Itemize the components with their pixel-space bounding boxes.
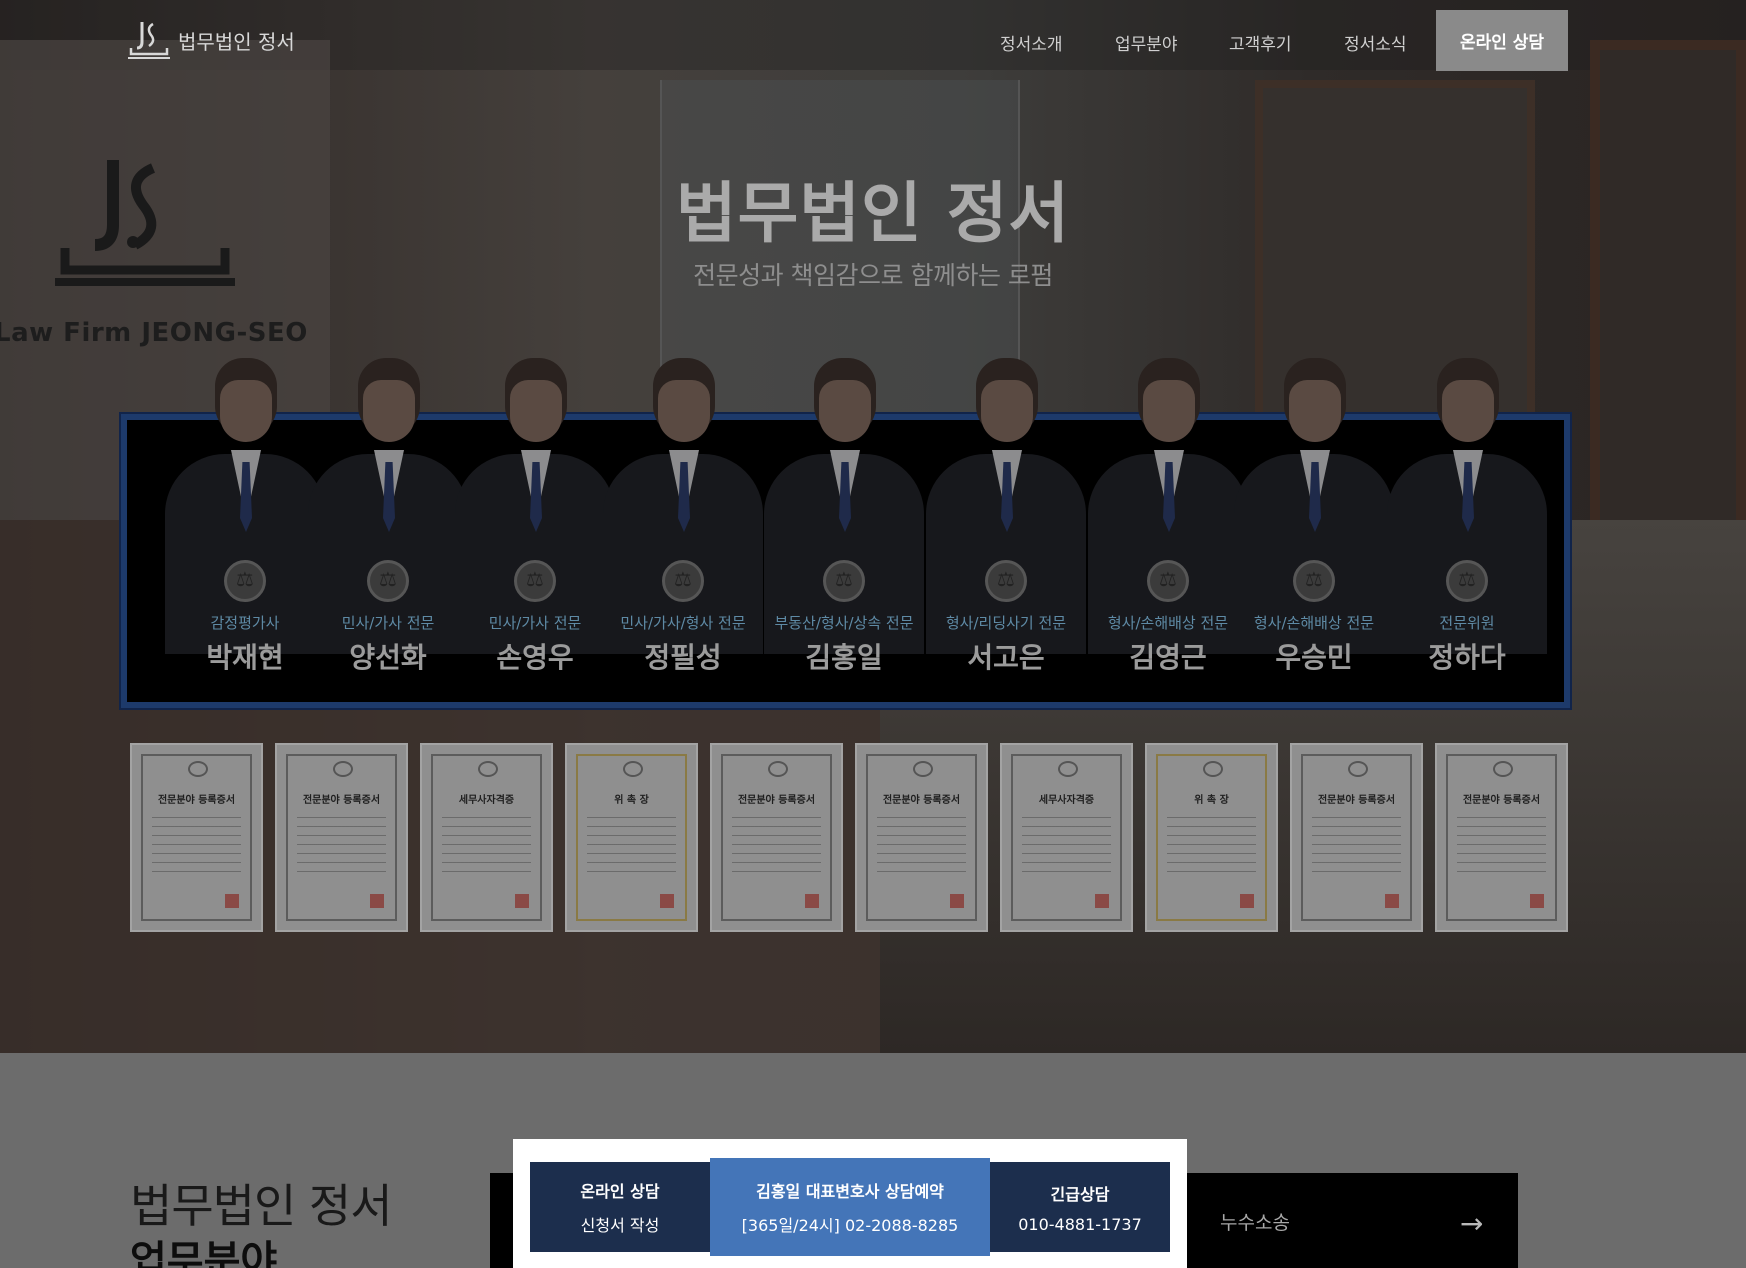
- certificate-image: 전문분야 등록증서: [710, 743, 843, 932]
- nav-news[interactable]: 정서소식: [1344, 30, 1407, 55]
- seal-icon: [805, 894, 819, 908]
- emblem-icon: [623, 761, 643, 777]
- certificate-text: [1022, 817, 1111, 877]
- emblem-icon: [333, 761, 353, 777]
- certificate-text: [297, 817, 386, 877]
- lawyer-photo: [1442, 380, 1494, 442]
- lawyer-badge-icon: [514, 560, 556, 602]
- consult-sublabel: 신청서 작성: [580, 1216, 660, 1235]
- consult-phone: 010-4881-1737: [1018, 1214, 1142, 1234]
- certificate-image: 위 촉 장: [565, 743, 698, 932]
- site-logo[interactable]: 법무법인 정서: [128, 20, 295, 60]
- emblem-icon: [1348, 761, 1368, 777]
- seal-icon: [1240, 894, 1254, 908]
- nav-practice-areas[interactable]: 업무분야: [1115, 30, 1178, 55]
- section-title: 법무법인 정서: [130, 1179, 393, 1233]
- lawyer-photo: [1289, 380, 1341, 442]
- lawyer-photo: [819, 380, 871, 442]
- consult-label: 긴급상담: [1050, 1184, 1110, 1204]
- seal-icon: [660, 894, 674, 908]
- seal-icon: [370, 894, 384, 908]
- emblem-icon: [1203, 761, 1223, 777]
- online-consult-button[interactable]: 온라인 상담: [1436, 10, 1568, 71]
- lawyer-badge-icon: [1293, 560, 1335, 602]
- certificate-text: [1167, 817, 1256, 877]
- certificate-text: [877, 817, 966, 877]
- certificate-text: [1312, 817, 1401, 877]
- emblem-icon: [188, 761, 208, 777]
- lawyer-card: 전문위원정하다: [1387, 350, 1547, 680]
- consult-label: 온라인 상담: [580, 1182, 660, 1201]
- certificate-text: [152, 817, 241, 877]
- lawyer-badge-icon: [224, 560, 266, 602]
- online-consult-form-button[interactable]: 온라인 상담 신청서 작성: [530, 1162, 710, 1252]
- certificate-text: [732, 817, 821, 877]
- arrow-right-icon[interactable]: →: [1460, 1207, 1483, 1240]
- certificate-text: [1457, 817, 1546, 877]
- seal-icon: [225, 894, 239, 908]
- certificate-image: 전문분야 등록증서: [130, 743, 263, 932]
- lawyer-badge-icon: [1446, 560, 1488, 602]
- lawyer-badge-icon: [367, 560, 409, 602]
- logo-text: 법무법인 정서: [178, 29, 295, 54]
- certificate-image: 세무사자격증: [1000, 743, 1133, 932]
- lawyer-photo: [510, 380, 562, 442]
- certificate-image: 세무사자격증: [420, 743, 553, 932]
- seal-icon: [515, 894, 529, 908]
- certificate-image: 전문분야 등록증서: [1290, 743, 1423, 932]
- certificate-image: 위 촉 장: [1145, 743, 1278, 932]
- consult-label: 김홍일 대표변호사 상담예약: [756, 1182, 944, 1201]
- hero-subtitle: 전문성과 책임감으로 함께하는 로펌: [693, 261, 1053, 290]
- seal-icon: [1385, 894, 1399, 908]
- seal-icon: [1530, 894, 1544, 908]
- certificate-image: 전문분야 등록증서: [275, 743, 408, 932]
- lawyer-name: 정하다: [1428, 641, 1506, 674]
- seal-icon: [950, 894, 964, 908]
- nav-about[interactable]: 정서소개: [1000, 30, 1063, 55]
- certificate-image: 전문분야 등록증서: [1435, 743, 1568, 932]
- seal-icon: [1095, 894, 1109, 908]
- nav-reviews[interactable]: 고객후기: [1229, 30, 1292, 55]
- hero-title: 법무법인 정서: [675, 175, 1071, 252]
- logo-icon: [128, 22, 170, 59]
- emblem-icon: [1493, 761, 1513, 777]
- certificate-title: 전문분야 등록증서: [882, 795, 961, 806]
- certificate-title: 전문분야 등록증서: [157, 795, 236, 806]
- lawyer-badge-icon: [662, 560, 704, 602]
- certificate-image: 전문분야 등록증서: [855, 743, 988, 932]
- certificate-text: [587, 817, 676, 877]
- lawyer-photo: [220, 380, 272, 442]
- practice-card-label: 누수소송: [1220, 1212, 1290, 1234]
- certificate-title: 세무사자격증: [1038, 795, 1095, 806]
- lawyer-badge-icon: [823, 560, 865, 602]
- certificate-title: 전문분야 등록증서: [1317, 795, 1396, 806]
- reservation-button[interactable]: 김홍일 대표변호사 상담예약 [365일/24시] 02-2088-8285: [710, 1158, 990, 1256]
- certificate-title: 전문분야 등록증서: [737, 795, 816, 806]
- emblem-icon: [1058, 761, 1078, 777]
- lawyer-badge-icon: [1147, 560, 1189, 602]
- certificate-title: 세무사자격증: [458, 795, 515, 806]
- lawyer-photo: [1143, 380, 1195, 442]
- certificate-text: [442, 817, 531, 877]
- background-logo-text: Law Firm JEONG-SEO: [0, 318, 308, 348]
- emblem-icon: [478, 761, 498, 777]
- section-subtitle: 업무분야: [130, 1238, 278, 1268]
- certificate-title: 위 촉 장: [1194, 795, 1229, 806]
- emblem-icon: [913, 761, 933, 777]
- certificate-title: 위 촉 장: [614, 795, 649, 806]
- certificate-title: 전문분야 등록증서: [302, 795, 381, 806]
- consult-phone: [365일/24시] 02-2088-8285: [741, 1216, 959, 1235]
- lawyer-photo: [363, 380, 415, 442]
- certificate-title: 전문분야 등록증서: [1462, 795, 1541, 806]
- urgent-consult-button[interactable]: 긴급상담 010-4881-1737: [990, 1162, 1170, 1252]
- lawyer-badge-icon: [985, 560, 1027, 602]
- emblem-icon: [768, 761, 788, 777]
- lawyer-photo: [981, 380, 1033, 442]
- lawyer-role: 전문위원: [1439, 614, 1495, 632]
- lawyer-photo: [658, 380, 710, 442]
